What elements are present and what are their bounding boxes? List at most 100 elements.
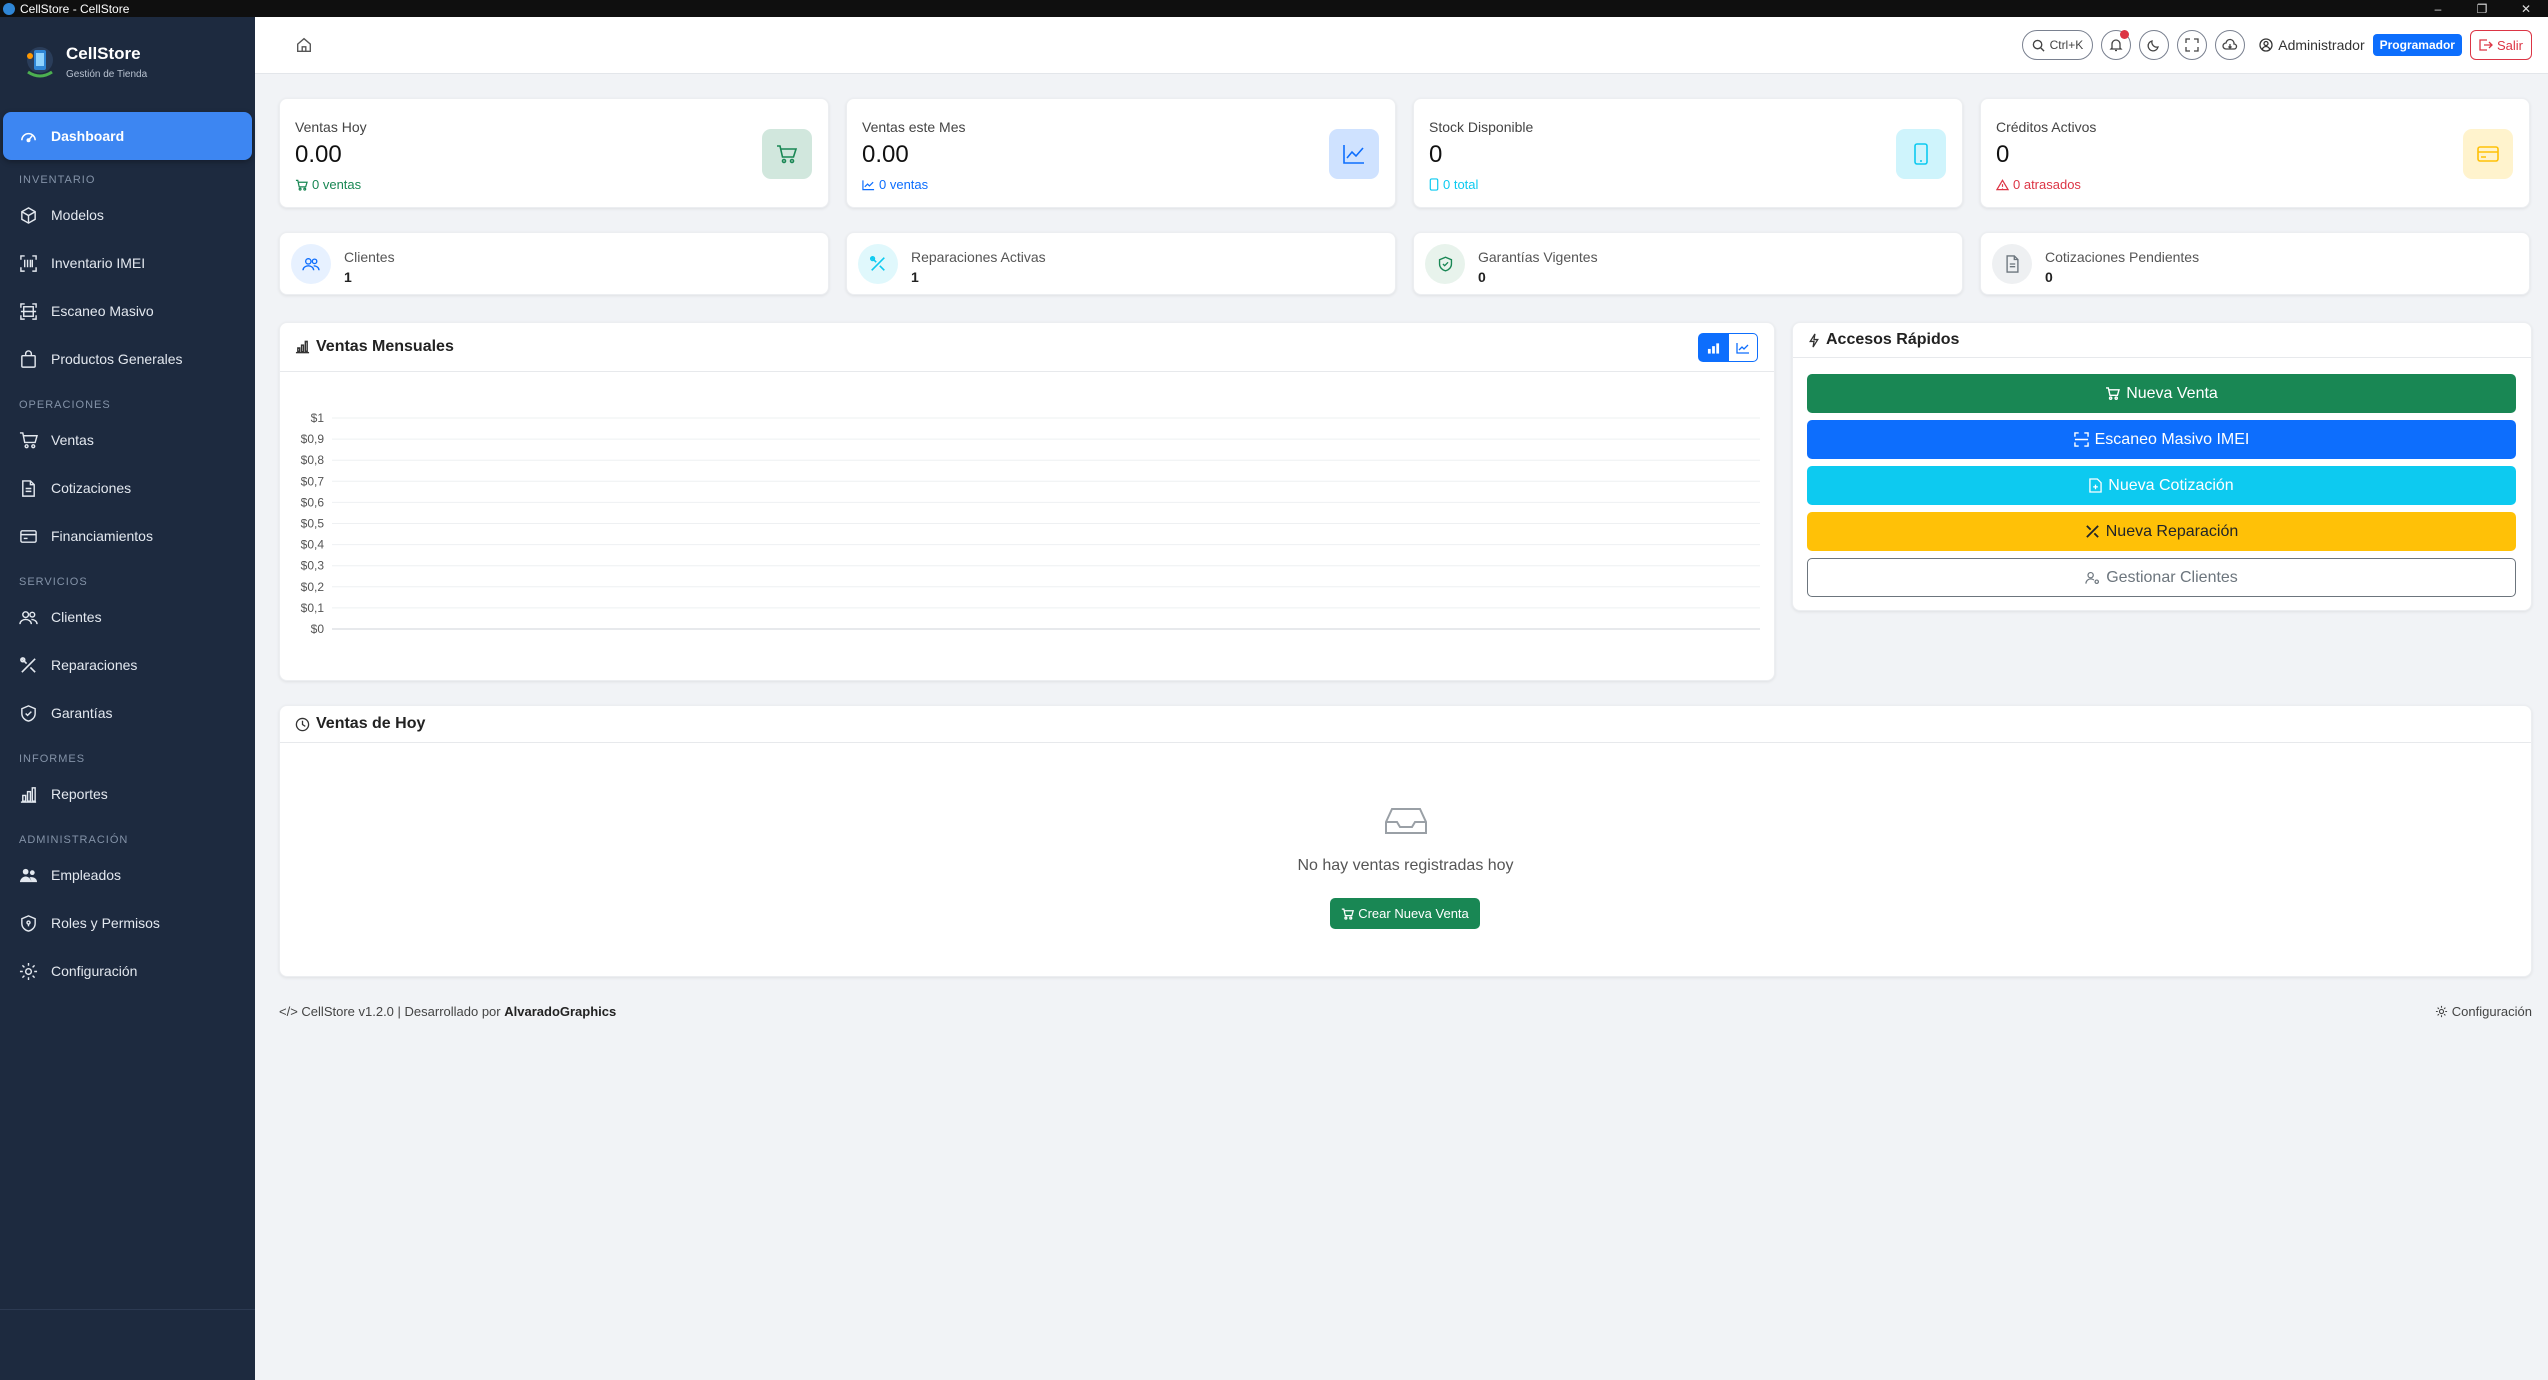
nueva-reparacion-button[interactable]: Nueva Reparación xyxy=(1807,512,2516,551)
logout-label: Salir xyxy=(2496,37,2523,53)
sidebar-item-cotizaciones[interactable]: Cotizaciones xyxy=(0,464,255,512)
nueva-venta-button[interactable]: Nueva Venta xyxy=(1807,374,2516,413)
section-title-inventario: INVENTARIO xyxy=(19,174,96,186)
theme-toggle-button[interactable] xyxy=(2139,30,2170,60)
escaneo-masivo-imei-button[interactable]: Escaneo Masivo IMEI xyxy=(1807,420,2516,459)
sidebar-item-label: Empleados xyxy=(51,867,122,883)
sidebar-item-label: Clientes xyxy=(51,609,102,625)
line-chart-toggle[interactable] xyxy=(1728,333,1758,362)
search-shortcut-button[interactable]: Ctrl+K xyxy=(2021,30,2094,60)
button-label: Nueva Reparación xyxy=(2105,522,2239,540)
footer-version: CellStore v1.2.0 | Desarrollado por xyxy=(301,1004,501,1019)
stat-sub: 0 ventas xyxy=(295,177,361,192)
bar-chart-icon xyxy=(20,786,37,803)
button-label: Nueva Cotización xyxy=(2108,476,2234,494)
graph-up-icon xyxy=(1343,145,1364,164)
shield-lock-icon xyxy=(21,914,36,932)
sidebar-item-reparaciones[interactable]: Reparaciones xyxy=(0,641,255,689)
stat-sub-text: 0 atrasados xyxy=(2013,177,2081,192)
maximize-button[interactable]: ❐ xyxy=(2460,2,2504,16)
people-fill-icon xyxy=(19,868,38,882)
footer-settings-link[interactable]: Configuración xyxy=(2435,1004,2532,1019)
graph-up-icon xyxy=(1736,342,1749,354)
sidebar-item-configuracion[interactable]: Configuración xyxy=(0,947,255,995)
footer-credits: </> CellStore v1.2.0 | Desarrollado por … xyxy=(279,1004,616,1019)
stat-label: Créditos Activos xyxy=(1996,119,2097,135)
gear-icon xyxy=(19,962,38,980)
sidebar-item-clientes[interactable]: Clientes xyxy=(0,593,255,641)
sidebar-item-empleados[interactable]: Empleados xyxy=(0,851,255,899)
stat-sub: 0 atrasados xyxy=(1996,177,2081,192)
quick-access-panel: Accesos Rápidos Nueva Venta Escaneo Masi… xyxy=(1792,322,2532,611)
close-window-button[interactable]: ✕ xyxy=(2504,2,2548,16)
footer-settings-label: Configuración xyxy=(2451,1004,2532,1019)
stat-label: Ventas este Mes xyxy=(862,119,966,135)
minimize-button[interactable]: – xyxy=(2416,2,2460,16)
fullscreen-button[interactable] xyxy=(2177,30,2208,60)
sidebar-item-inventario-imei[interactable]: Inventario IMEI xyxy=(0,239,255,287)
nueva-cotizacion-button[interactable]: Nueva Cotización xyxy=(1807,466,2516,505)
gear-icon xyxy=(2435,1005,2447,1018)
home-icon[interactable] xyxy=(295,36,313,54)
y-tick-label: $0,1 xyxy=(301,601,325,615)
stat-icon-box xyxy=(2463,129,2513,179)
bell-icon xyxy=(2109,39,2123,52)
y-tick-label: $0,7 xyxy=(301,474,325,488)
sidebar-item-label: Escaneo Masivo xyxy=(51,303,154,319)
mini-value: 0 xyxy=(2045,269,2053,285)
stat-sub-text: 0 total xyxy=(1443,177,1479,192)
sidebar-item-modelos[interactable]: Modelos xyxy=(0,191,255,239)
sidebar-item-reportes[interactable]: Reportes xyxy=(0,770,255,818)
button-label: Gestionar Clientes xyxy=(2106,568,2238,586)
app-icon xyxy=(3,2,15,15)
sidebar-item-label: Reportes xyxy=(51,786,108,802)
brand[interactable]: CellStore Gestión de Tienda xyxy=(0,17,255,107)
mini-icon-box xyxy=(291,244,331,284)
mini-label: Reparaciones Activas xyxy=(911,249,1046,265)
y-tick-label: $0,6 xyxy=(301,495,325,509)
sidebar-item-escaneo-masivo[interactable]: Escaneo Masivo xyxy=(0,287,255,335)
scan-icon xyxy=(20,302,37,320)
gestionar-clientes-button[interactable]: Gestionar Clientes xyxy=(1807,558,2516,597)
sidebar-item-garantias[interactable]: Garantías xyxy=(0,689,255,737)
crear-nueva-venta-button[interactable]: Crear Nueva Venta xyxy=(1330,898,1480,929)
y-tick-label: $0,9 xyxy=(301,432,325,446)
shield-icon xyxy=(21,704,36,722)
section-title-informes: INFORMES xyxy=(19,753,86,765)
stat-value: 0 xyxy=(1429,141,1443,168)
search-shortcut-label: Ctrl+K xyxy=(2049,38,2084,52)
page-footer: </> CellStore v1.2.0 | Desarrollado por … xyxy=(279,1004,2532,1019)
user-menu[interactable]: Administrador xyxy=(2259,37,2365,53)
stat-card-stock: Stock Disponible 0 0 total xyxy=(1413,98,1963,208)
moon-icon xyxy=(2147,40,2160,52)
stat-sub: 0 ventas xyxy=(862,177,928,192)
sidebar-item-dashboard[interactable]: Dashboard xyxy=(3,112,252,160)
cloud-sync-button[interactable] xyxy=(2215,30,2246,60)
logout-button[interactable]: Salir xyxy=(2469,30,2532,60)
button-label: Escaneo Masivo IMEI xyxy=(2094,430,2250,448)
user-circle-icon xyxy=(2259,38,2273,52)
stat-label: Stock Disponible xyxy=(1429,119,1534,135)
gauge-icon xyxy=(21,132,36,142)
cellstore-logo-icon xyxy=(27,47,53,78)
mini-icon-box xyxy=(1425,244,1465,284)
cart-icon xyxy=(2106,387,2121,400)
y-tick-label: $1 xyxy=(311,411,325,425)
ventas-hoy-header: Ventas de Hoy xyxy=(280,706,2531,743)
mini-value: 1 xyxy=(911,269,919,285)
notification-dot xyxy=(2120,30,2130,39)
code-icon: </> xyxy=(279,1004,298,1019)
footer-developer-link[interactable]: AlvaradoGraphics xyxy=(504,1004,616,1019)
file-plus-icon xyxy=(2089,478,2103,493)
stat-card-ventas-mes: Ventas este Mes 0.00 0 ventas xyxy=(846,98,1396,208)
inbox-icon xyxy=(1385,808,1427,834)
notifications-button[interactable] xyxy=(2101,30,2132,60)
sidebar-item-financiamientos[interactable]: Financiamientos xyxy=(0,512,255,560)
quick-access-title: Accesos Rápidos xyxy=(1826,331,1960,348)
mini-card-garantias: Garantías Vigentes 0 xyxy=(1413,232,1963,295)
phone-icon xyxy=(1914,143,1928,165)
bar-chart-toggle[interactable] xyxy=(1698,333,1728,362)
sidebar-item-ventas[interactable]: Ventas xyxy=(0,416,255,464)
sidebar-item-roles-permisos[interactable]: Roles y Permisos xyxy=(0,899,255,947)
sidebar-item-productos-generales[interactable]: Productos Generales xyxy=(0,335,255,383)
